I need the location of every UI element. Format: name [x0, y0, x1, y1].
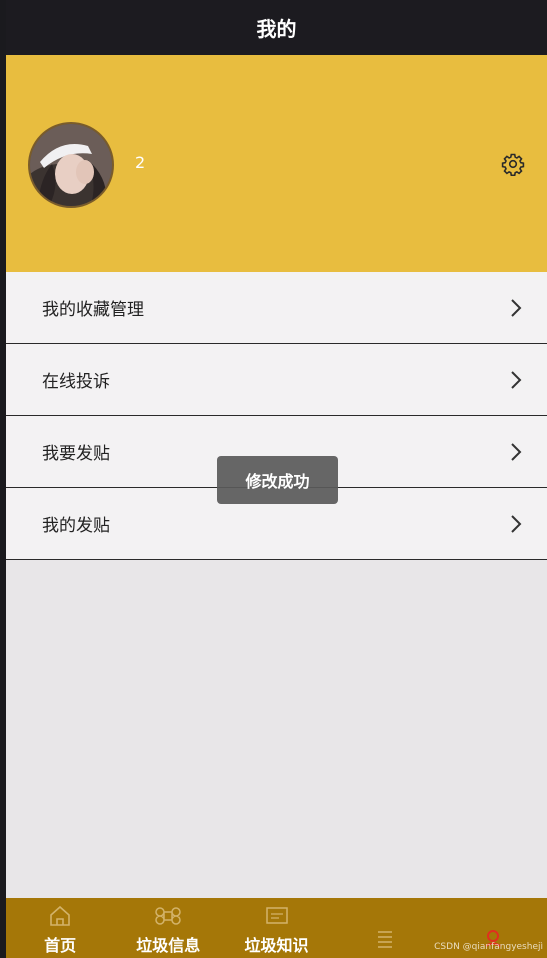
- avatar-image: [30, 124, 112, 206]
- bottom-tab-bar: 首页 垃圾信息 垃圾知识 CSDN @qianfangyeshejì: [6, 898, 547, 958]
- tab-item-4[interactable]: [331, 898, 439, 958]
- tab-label: 垃圾知识: [244, 936, 309, 955]
- tab-label: 垃圾信息: [136, 936, 201, 955]
- profile-header: 2: [6, 55, 547, 272]
- chevron-right-icon: [511, 442, 522, 461]
- list-icon: [377, 931, 392, 948]
- toast-text: 修改成功: [245, 472, 310, 491]
- menu-item-label: 我的发贴: [42, 516, 110, 536]
- menu-item-complaint[interactable]: 在线投诉: [6, 344, 547, 416]
- tab-garbage-info[interactable]: 垃圾信息: [114, 898, 222, 958]
- watermark: CSDN @qianfangyeshejì: [434, 942, 543, 952]
- menu-list: 我的收藏管理 在线投诉 我要发贴 我的发贴: [6, 272, 547, 560]
- command-icon: [155, 907, 182, 925]
- chevron-right-icon: [511, 370, 522, 389]
- app-screen: 我的 2 我的收藏管理 在线投诉 我要发贴 我的发贴 修改成功 首页 垃圾信息 …: [6, 0, 547, 958]
- tab-garbage-knowledge[interactable]: 垃圾知识: [222, 898, 330, 958]
- chevron-right-icon: [511, 298, 522, 317]
- menu-item-label: 在线投诉: [42, 372, 110, 392]
- home-icon: [50, 905, 70, 926]
- page-title: 我的: [256, 17, 297, 41]
- toast-message: 修改成功: [217, 456, 338, 504]
- monitor-icon: [265, 907, 288, 924]
- chevron-right-icon: [511, 514, 522, 533]
- menu-item-favorites[interactable]: 我的收藏管理: [6, 272, 547, 344]
- menu-item-label: 我要发贴: [42, 444, 110, 464]
- menu-item-label: 我的收藏管理: [42, 300, 144, 320]
- tab-home[interactable]: 首页: [6, 898, 114, 958]
- gear-icon[interactable]: [501, 152, 525, 176]
- top-bar: 我的: [6, 0, 547, 55]
- avatar[interactable]: [28, 122, 114, 208]
- tab-label: 首页: [44, 936, 77, 955]
- username: 2: [135, 153, 146, 172]
